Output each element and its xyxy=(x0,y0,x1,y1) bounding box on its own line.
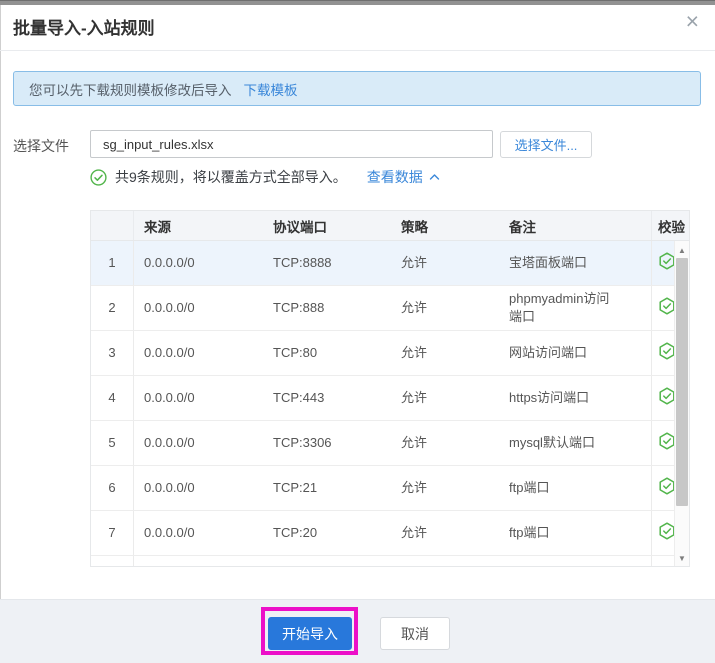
choose-file-button[interactable]: 选择文件... xyxy=(500,131,592,158)
remark-cell: ftp端口 xyxy=(509,525,550,540)
remark-cell: phpmyadmin访问端口 xyxy=(509,291,610,324)
protocol-port-cell: TCP:888 xyxy=(273,300,325,315)
file-name-input[interactable] xyxy=(90,130,493,158)
cancel-button[interactable]: 取消 xyxy=(380,617,450,650)
column-header: 备注 xyxy=(509,219,536,235)
protocol-port-cell: TCP:443 xyxy=(273,390,325,405)
rules-table: 来源 协议端口 策略 备注 校验 1 0.0.0.0/0 TCP:8888 允许 宝塔面板端口 2… xyxy=(90,210,690,567)
remark-cell: https访问端口 xyxy=(509,390,590,405)
row-number-cell: 5 xyxy=(91,421,134,465)
file-picker-label: 选择文件 xyxy=(13,138,69,154)
table-body: 1 0.0.0.0/0 TCP:8888 允许 宝塔面板端口 2 0.0.0.0/0 TCP:… xyxy=(91,241,689,568)
row-number-cell: 8 xyxy=(91,556,134,566)
table-row[interactable]: 6 0.0.0.0/0 TCP:21 允许 ftp端口 xyxy=(91,466,689,511)
policy-cell: 允许 xyxy=(401,255,428,270)
protocol-port-cell: TCP:21 xyxy=(273,480,318,495)
table-row[interactable]: 1 0.0.0.0/0 TCP:8888 允许 宝塔面板端口 xyxy=(91,241,689,286)
remark-cell: ftp端口 xyxy=(509,480,550,495)
policy-cell: 允许 xyxy=(401,390,428,405)
batch-import-dialog: 批量导入-入站规则 × 您可以先下载规则模板修改后导入 下载模板 选择文件 选择… xyxy=(0,0,715,663)
close-icon[interactable]: × xyxy=(686,10,699,33)
remark-cell: mysql默认端口 xyxy=(509,435,595,450)
table-row[interactable]: 3 0.0.0.0/0 TCP:80 允许 网站访问端口 xyxy=(91,331,689,376)
source-cell: 0.0.0.0/0 xyxy=(144,435,195,450)
header-divider xyxy=(0,50,715,51)
column-header: 策略 xyxy=(401,219,428,235)
policy-cell: 允许 xyxy=(401,300,428,315)
policy-cell: 允许 xyxy=(401,525,428,540)
protocol-port-cell: TCP:8888 xyxy=(273,255,332,270)
source-cell: 0.0.0.0/0 xyxy=(144,300,195,315)
dialog-footer xyxy=(0,599,715,663)
row-number-cell: 7 xyxy=(91,511,134,555)
source-cell: 0.0.0.0/0 xyxy=(144,255,195,270)
scroll-down-arrow-icon[interactable]: ▼ xyxy=(675,551,689,565)
start-import-button[interactable]: 开始导入 xyxy=(268,617,352,650)
row-number-cell: 6 xyxy=(91,466,134,510)
import-notice: 共9条规则，将以覆盖方式全部导入。 查看数据 xyxy=(90,167,440,187)
valid-hexagon-check-icon xyxy=(658,567,676,568)
table-header-row: 来源 协议端口 策略 备注 校验 xyxy=(91,211,689,241)
column-header: 协议端口 xyxy=(273,219,327,235)
row-number-cell: 1 xyxy=(91,241,134,285)
table-row[interactable]: 80.0.0.0/0TCP:39000-40000允许ftp端口 xyxy=(91,556,689,568)
table-row[interactable]: 7 0.0.0.0/0 TCP:20 允许 ftp端口 xyxy=(91,511,689,556)
window-top-edge xyxy=(0,0,715,5)
info-banner: 您可以先下载规则模板修改后导入 下载模板 xyxy=(13,71,701,106)
column-header: 来源 xyxy=(144,219,171,235)
remark-cell: 网站访问端口 xyxy=(509,345,588,360)
protocol-port-cell: TCP:20 xyxy=(273,525,318,540)
success-circle-check-icon xyxy=(90,168,107,186)
source-cell: 0.0.0.0/0 xyxy=(144,480,195,495)
chevron-up-icon[interactable] xyxy=(429,173,440,181)
download-template-link[interactable]: 下载模板 xyxy=(244,79,298,99)
source-cell: 0.0.0.0/0 xyxy=(144,525,195,540)
policy-cell: 允许 xyxy=(401,435,428,450)
table-row[interactable]: 4 0.0.0.0/0 TCP:443 允许 https访问端口 xyxy=(91,376,689,421)
protocol-port-cell: TCP:80 xyxy=(273,345,318,360)
remark-cell: 宝塔面板端口 xyxy=(509,255,588,270)
protocol-port-cell: TCP:3306 xyxy=(273,435,332,450)
row-number-cell: 4 xyxy=(91,376,134,420)
table-row[interactable]: 2 0.0.0.0/0 TCP:888 允许 phpmyadmin访问端口 xyxy=(91,286,689,331)
policy-cell: 允许 xyxy=(401,480,428,495)
policy-cell: 允许 xyxy=(401,345,428,360)
scroll-up-arrow-icon[interactable]: ▲ xyxy=(675,243,689,257)
source-cell: 0.0.0.0/0 xyxy=(144,390,195,405)
source-cell: 0.0.0.0/0 xyxy=(144,345,195,360)
scroll-thumb[interactable] xyxy=(676,258,688,506)
dialog-title: 批量导入-入站规则 xyxy=(13,19,155,38)
notice-text: 共9条规则，将以覆盖方式全部导入。 xyxy=(115,169,347,185)
column-header xyxy=(91,211,134,240)
row-number-cell: 3 xyxy=(91,331,134,375)
banner-text: 您可以先下载规则模板修改后导入 xyxy=(29,82,232,98)
table-row[interactable]: 5 0.0.0.0/0 TCP:3306 允许 mysql默认端口 xyxy=(91,421,689,466)
row-number-cell: 2 xyxy=(91,286,134,330)
table-scrollbar[interactable]: ▲ ▼ xyxy=(674,241,689,566)
view-data-link[interactable]: 查看数据 xyxy=(367,167,423,187)
column-header: 校验 xyxy=(651,211,689,240)
